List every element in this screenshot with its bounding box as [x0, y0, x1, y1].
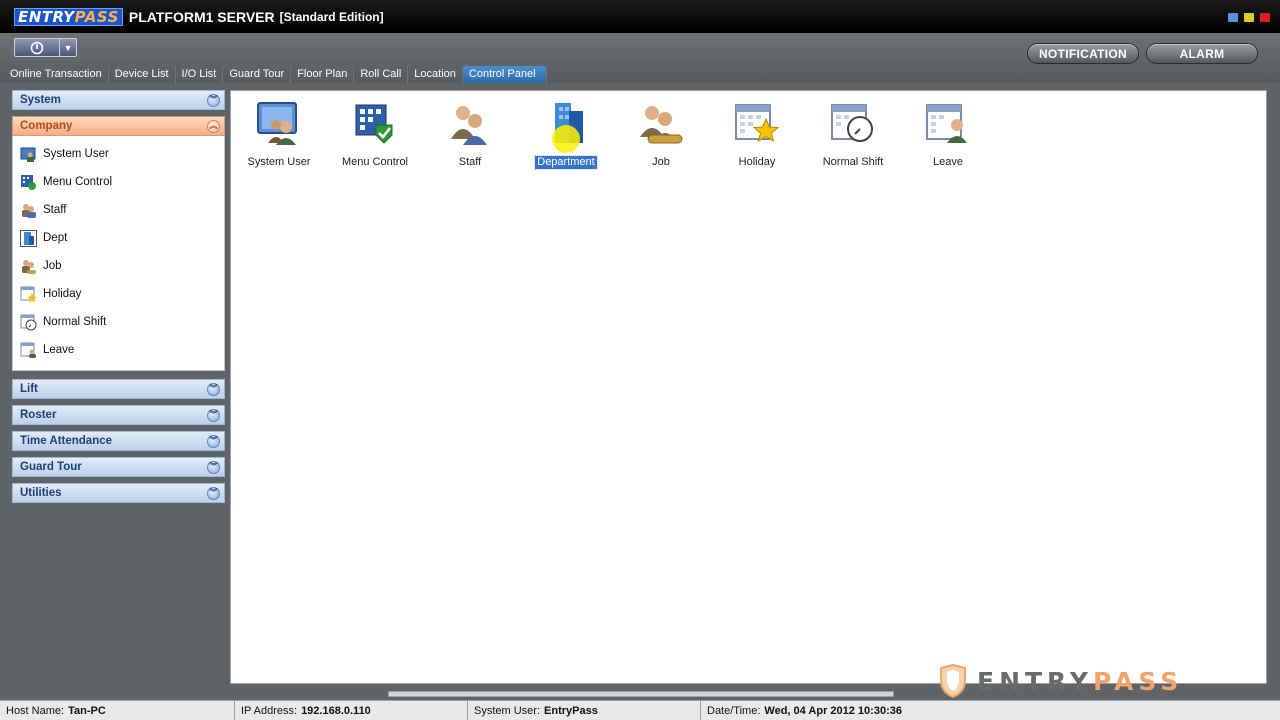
cp-item-system-user[interactable]: System User — [239, 99, 319, 169]
chevron-down-icon[interactable]: ▼ — [59, 39, 76, 56]
close-button[interactable] — [1260, 13, 1270, 22]
cp-item-holiday[interactable]: Holiday — [717, 99, 797, 169]
entrypass-logo: ENTRYPASS — [14, 7, 123, 26]
holiday-icon — [20, 286, 37, 303]
power-menu-button[interactable]: ▼ — [14, 38, 77, 57]
sidebar-item-dept[interactable]: Dept — [13, 224, 224, 252]
minimize-button[interactable] — [1228, 13, 1238, 22]
sidebar-item-system-user[interactable]: System User — [13, 140, 224, 168]
window-controls — [1228, 13, 1270, 22]
expand-icon: ︾ — [207, 408, 220, 422]
power-icon — [15, 41, 59, 55]
staff-icon — [20, 202, 37, 219]
cp-item-job[interactable]: Job — [621, 99, 701, 169]
staff-icon — [446, 99, 494, 147]
app-edition: [Standard Edition] — [279, 9, 384, 24]
expand-icon: ︾ — [207, 460, 220, 474]
status-host: Host Name: Tan-PC — [0, 701, 235, 720]
sidebar-item-normal-shift[interactable]: Normal Shift — [13, 308, 224, 336]
title-bar: ENTRYPASS PLATFORM1 SERVER [Standard Edi… — [0, 0, 1280, 33]
sidebar-group-guard-tour[interactable]: Guard Tour ︾ — [12, 457, 225, 477]
shield-logo-icon — [940, 664, 966, 698]
sidebar-item-job[interactable]: Job — [13, 252, 224, 280]
tab-guard-tour[interactable]: Guard Tour — [223, 66, 292, 83]
notification-button[interactable]: NOTIFICATION — [1027, 43, 1139, 64]
tab-device-list[interactable]: Device List — [109, 66, 176, 83]
sidebar-item-staff[interactable]: Staff — [13, 196, 224, 224]
cp-item-leave[interactable]: Leave — [908, 99, 988, 169]
job-icon — [637, 99, 685, 147]
job-icon — [20, 258, 37, 275]
tab-online-transaction[interactable]: Online Transaction — [4, 66, 109, 83]
entrypass-watermark: ENTRYPASS — [937, 664, 1183, 698]
main-tabs: Online Transaction Device List I/O List … — [4, 66, 547, 83]
sidebar-group-time-attendance[interactable]: Time Attendance ︾ — [12, 431, 225, 451]
sidebar-group-roster[interactable]: Roster ︾ — [12, 405, 225, 425]
cp-item-department[interactable]: Department — [526, 99, 606, 170]
expand-icon: ︾ — [207, 486, 220, 500]
tab-floor-plan[interactable]: Floor Plan — [291, 66, 355, 83]
status-bar: Host Name: Tan-PC IP Address: 192.168.0.11… — [0, 700, 1280, 720]
sidebar-group-company[interactable]: Company ︽ — [12, 116, 225, 136]
tab-io-list[interactable]: I/O List — [176, 66, 224, 83]
leave-icon — [924, 99, 972, 147]
sidebar-group-lift[interactable]: Lift ︾ — [12, 379, 225, 399]
cp-item-normal-shift[interactable]: Normal Shift — [813, 99, 893, 169]
app-title: PLATFORM1 SERVER — [128, 8, 275, 25]
cp-item-menu-control[interactable]: Menu Control — [335, 99, 415, 169]
expand-icon: ︾ — [207, 93, 220, 107]
cursor-highlight — [552, 125, 580, 153]
status-ip: IP Address: 192.168.0.110 — [235, 701, 468, 720]
sidebar-group-utilities[interactable]: Utilities ︾ — [12, 483, 225, 503]
tab-location[interactable]: Location — [408, 66, 463, 83]
status-datetime: Date/Time: Wed, 04 Apr 2012 10:30:36 — [707, 704, 902, 717]
normal-shift-icon — [20, 314, 37, 331]
department-icon — [542, 99, 590, 153]
maximize-button[interactable] — [1244, 13, 1254, 22]
sidebar-group-system[interactable]: System ︾ — [12, 90, 225, 110]
department-icon — [20, 229, 37, 247]
company-items: System User Menu Control Staff Dept Job … — [12, 136, 225, 371]
toolbar: ▼ NOTIFICATION ALARM Online Transaction … — [0, 33, 1280, 83]
sidebar-item-menu-control[interactable]: Menu Control — [13, 168, 224, 196]
control-panel-area: System User Menu Control Staff Departmen… — [230, 90, 1267, 684]
normal-shift-icon — [829, 99, 877, 147]
menu-control-icon — [351, 99, 399, 147]
horizontal-scrollbar[interactable] — [388, 691, 894, 697]
collapse-icon: ︽ — [207, 119, 220, 133]
holiday-icon — [733, 99, 781, 147]
cp-item-staff[interactable]: Staff — [430, 99, 510, 169]
expand-icon: ︾ — [207, 382, 220, 396]
sidebar: System ︾ Company ︽ System User Menu Cont… — [10, 88, 225, 503]
menu-control-icon — [20, 174, 37, 191]
system-user-icon — [255, 99, 303, 147]
expand-icon: ︾ — [207, 434, 220, 448]
alarm-button[interactable]: ALARM — [1146, 43, 1258, 64]
system-user-icon — [20, 146, 37, 163]
tab-roll-call[interactable]: Roll Call — [354, 66, 409, 83]
status-user: System User: EntryPass — [468, 701, 701, 720]
leave-icon — [20, 342, 37, 359]
sidebar-item-leave[interactable]: Leave — [13, 336, 224, 364]
sidebar-item-holiday[interactable]: Holiday — [13, 280, 224, 308]
tab-control-panel[interactable]: Control Panel — [462, 66, 547, 83]
